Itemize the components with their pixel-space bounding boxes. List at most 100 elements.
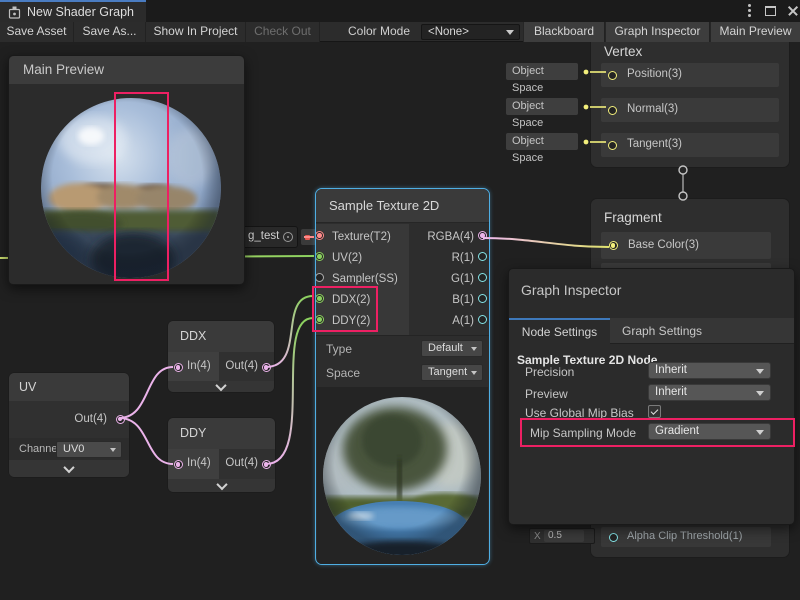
- chevron-down-icon: [215, 379, 226, 390]
- b-output-label: B(1): [411, 294, 474, 306]
- ddy-node-title: DDY: [180, 426, 206, 440]
- property-node-g-test[interactable]: g_test: [241, 226, 298, 248]
- base-color-port[interactable]: [609, 241, 618, 250]
- precision-label: Precision: [525, 365, 574, 379]
- ddy-out-port[interactable]: [262, 460, 271, 469]
- use-global-mip-bias-label: Use Global Mip Bias: [525, 406, 634, 420]
- position-port[interactable]: [608, 71, 617, 80]
- texture-input-label: Texture(T2): [332, 231, 391, 243]
- document-tab[interactable]: New Shader Graph: [0, 0, 146, 22]
- space-dropdown[interactable]: Tangent: [421, 364, 483, 381]
- g-output-label: G(1): [411, 273, 474, 285]
- uv-channel-row: Channe UV0: [9, 438, 129, 462]
- exposed-property-icon: [283, 232, 293, 242]
- shader-graph-icon: [8, 6, 21, 19]
- toolbar: Save Asset Save As... Show In Project Ch…: [0, 22, 800, 42]
- graph-inspector-panel[interactable]: Graph Inspector Node Settings Graph Sett…: [508, 268, 795, 525]
- mip-sampling-mode-dropdown[interactable]: Gradient: [648, 423, 771, 440]
- tab-node-settings[interactable]: Node Settings: [509, 318, 610, 344]
- ddy-input-label: DDY(2): [332, 315, 370, 327]
- ddx-collapse-button[interactable]: [168, 381, 274, 392]
- main-preview-toggle-button[interactable]: Main Preview: [710, 22, 800, 42]
- sampler-input-port[interactable]: [315, 273, 324, 282]
- ddy-node[interactable]: DDY In(4) Out(4): [167, 417, 276, 493]
- type-dropdown[interactable]: Default: [421, 340, 483, 357]
- checkmark-icon: [651, 407, 659, 415]
- uv-input-port[interactable]: [315, 252, 324, 261]
- normal-port-label: Normal(3): [627, 103, 678, 115]
- precision-dropdown[interactable]: Inherit: [648, 362, 771, 379]
- fragment-node-title: Fragment: [604, 210, 662, 225]
- tab-graph-settings[interactable]: Graph Settings: [622, 318, 702, 344]
- preview-label: Preview: [525, 387, 568, 401]
- blackboard-toggle-button[interactable]: Blackboard: [523, 22, 605, 42]
- kebab-menu-icon[interactable]: [740, 0, 758, 22]
- uv-out-port[interactable]: [116, 415, 125, 424]
- uv-channel-label: Channe: [19, 443, 58, 455]
- base-color-port-label: Base Color(3): [628, 239, 699, 251]
- preview-dropdown[interactable]: Inherit: [648, 384, 771, 401]
- check-out-button: Check Out: [246, 22, 320, 42]
- save-asset-button[interactable]: Save Asset: [0, 22, 74, 42]
- tangent-space-dropdown[interactable]: Object Space: [506, 133, 578, 150]
- uv-collapse-button[interactable]: [9, 460, 129, 477]
- tangent-port[interactable]: [608, 141, 617, 150]
- property-node-label: g_test: [248, 230, 279, 242]
- sample-texture-title-bar: Sample Texture 2D: [316, 189, 489, 223]
- ddx-node[interactable]: DDX In(4) Out(4): [167, 320, 275, 393]
- uv-out-label: Out(4): [69, 413, 107, 425]
- property-node-output-port[interactable]: [301, 229, 316, 245]
- alpha-clip-value-field[interactable]: 0.5: [544, 530, 584, 542]
- ddy-out-label: Out(4): [222, 457, 258, 469]
- document-tab-title: New Shader Graph: [27, 2, 134, 22]
- a-output-port[interactable]: [478, 315, 487, 324]
- window-tab-strip: New Shader Graph: [0, 0, 800, 22]
- uv-channel-dropdown[interactable]: UV0: [56, 441, 122, 458]
- save-as-button[interactable]: Save As...: [74, 22, 146, 42]
- main-preview-sphere: [41, 98, 221, 278]
- alpha-clip-port[interactable]: [609, 533, 618, 542]
- main-preview-panel[interactable]: Main Preview: [8, 55, 245, 285]
- chevron-down-icon: [63, 461, 74, 472]
- texture-input-port[interactable]: [315, 231, 324, 240]
- r-output-port[interactable]: [478, 252, 487, 261]
- vertex-node[interactable]: Vertex Position(3) Normal(3) Tangent(3): [590, 30, 790, 168]
- ddy-input-port[interactable]: [315, 315, 324, 324]
- alpha-clip-value-widget[interactable]: X 0.5: [529, 528, 595, 544]
- node-preview-area: [317, 387, 488, 564]
- normal-port[interactable]: [608, 106, 617, 115]
- main-preview-title: Main Preview: [23, 62, 104, 77]
- ddx-input-port[interactable]: [315, 294, 324, 303]
- vertex-node-title: Vertex: [604, 44, 642, 59]
- ddy-title-bar: DDY: [168, 418, 275, 449]
- sample-texture-2d-node[interactable]: Sample Texture 2D Texture(T2) UV(2) Samp…: [315, 188, 490, 565]
- r-output-label: R(1): [411, 252, 474, 264]
- ddx-out-label: Out(4): [222, 360, 258, 372]
- ddx-in-port[interactable]: [174, 363, 183, 372]
- main-preview-header[interactable]: Main Preview: [9, 56, 244, 84]
- ddx-title-bar: DDX: [168, 321, 274, 352]
- rgba-output-port[interactable]: [478, 231, 487, 240]
- ddy-in-label: In(4): [187, 457, 211, 469]
- uv-node[interactable]: UV Out(4) Channe UV0: [8, 372, 130, 478]
- inspector-tab-bar: Node Settings Graph Settings: [509, 318, 794, 344]
- maximize-icon[interactable]: [761, 0, 779, 22]
- uv-title-bar: UV: [9, 373, 129, 401]
- a-output-label: A(1): [411, 315, 474, 327]
- close-icon[interactable]: [783, 0, 800, 22]
- ddy-collapse-button[interactable]: [168, 479, 275, 492]
- b-output-port[interactable]: [478, 294, 487, 303]
- position-space-dropdown[interactable]: Object Space: [506, 63, 578, 80]
- graph-inspector-toggle-button[interactable]: Graph Inspector: [605, 22, 710, 42]
- color-mode-dropdown[interactable]: <None>: [421, 24, 520, 40]
- ddx-out-port[interactable]: [262, 363, 271, 372]
- node-preview-sphere: [323, 397, 481, 555]
- normal-space-dropdown[interactable]: Object Space: [506, 98, 578, 115]
- use-global-mip-bias-checkbox[interactable]: [648, 405, 661, 418]
- show-in-project-button[interactable]: Show In Project: [146, 22, 246, 42]
- alpha-clip-port-label: Alpha Clip Threshold(1): [627, 530, 742, 542]
- g-output-port[interactable]: [478, 273, 487, 282]
- position-port-label: Position(3): [627, 68, 682, 80]
- ddy-in-port[interactable]: [174, 460, 183, 469]
- ddx-node-title: DDX: [180, 329, 206, 343]
